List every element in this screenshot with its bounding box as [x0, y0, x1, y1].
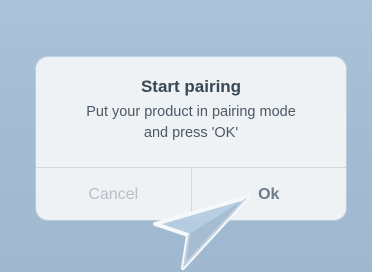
dialog-actions: Cancel Ok	[36, 167, 346, 221]
ok-button[interactable]: Ok	[190, 168, 347, 221]
pairing-dialog: Start pairing Put your product in pairin…	[36, 57, 346, 221]
dialog-message-line-1: Put your product in pairing mode	[86, 104, 296, 120]
cancel-button[interactable]: Cancel	[36, 168, 191, 221]
dialog-content: Start pairing Put your product in pairin…	[36, 57, 346, 167]
dialog-message-line-2: and press 'OK'	[143, 125, 239, 141]
pairing-screen: Start pairing Put your product in pairin…	[0, 0, 372, 272]
dialog-title: Start pairing	[140, 77, 242, 96]
dialog-message: Put your product in pairing mode and pre…	[36, 102, 346, 144]
